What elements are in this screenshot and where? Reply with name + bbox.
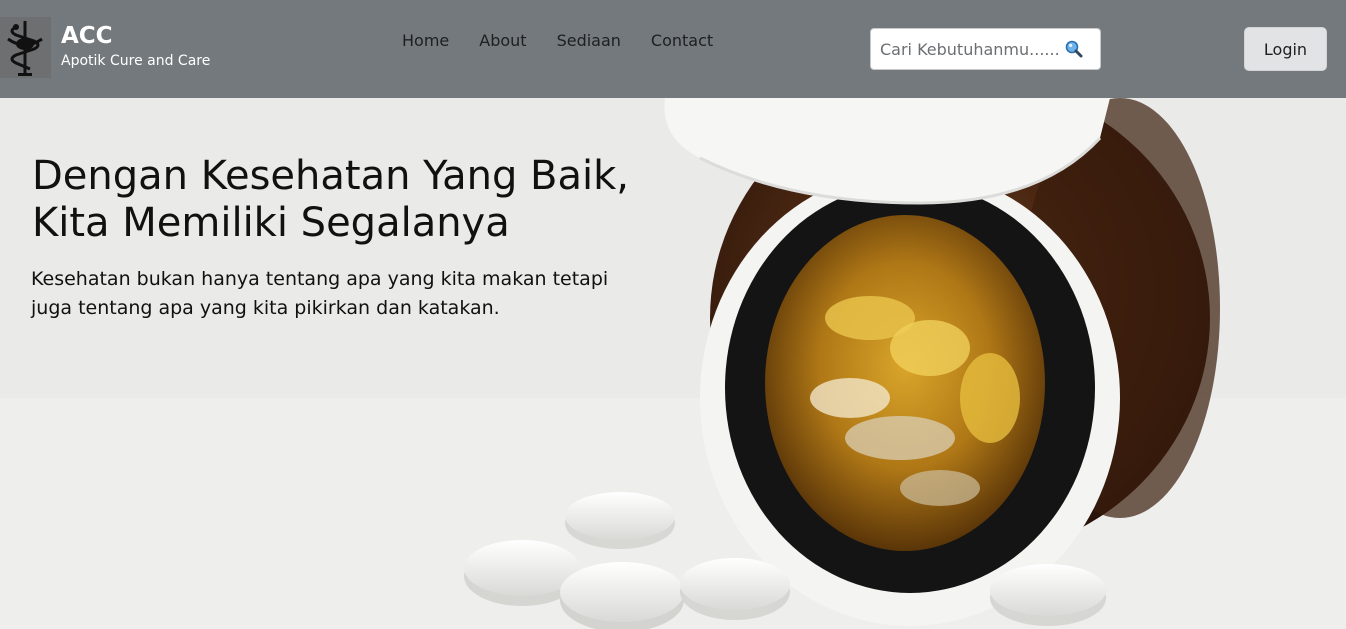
hero-title: Dengan Kesehatan Yang Baik, Kita Memilik… — [32, 153, 629, 246]
search-input[interactable] — [880, 39, 1062, 59]
brand-tagline: Apotik Cure and Care — [61, 53, 211, 69]
hero-section: Dengan Kesehatan Yang Baik, Kita Memilik… — [0, 98, 1346, 629]
hero-description: Kesehatan bukan hanya tentang apa yang k… — [31, 268, 609, 319]
brand-text: ACC Apotik Cure and Care — [61, 17, 210, 70]
search-box — [870, 28, 1101, 70]
nav-link-sediaan[interactable]: Sediaan — [557, 31, 621, 51]
caduceus-icon — [0, 17, 51, 78]
nav-link-about[interactable]: About — [479, 31, 526, 51]
nav-link-home[interactable]: Home — [402, 31, 449, 51]
search-icon[interactable] — [1064, 38, 1086, 60]
navbar: ACC Apotik Cure and Care Home About Sedi… — [0, 0, 1346, 98]
login-button[interactable]: Login — [1244, 27, 1327, 71]
main-nav: Home About Sediaan Contact — [402, 31, 743, 51]
brand-name: ACC — [61, 23, 113, 49]
nav-link-contact[interactable]: Contact — [651, 31, 713, 51]
brand[interactable]: ACC Apotik Cure and Care — [0, 17, 210, 78]
